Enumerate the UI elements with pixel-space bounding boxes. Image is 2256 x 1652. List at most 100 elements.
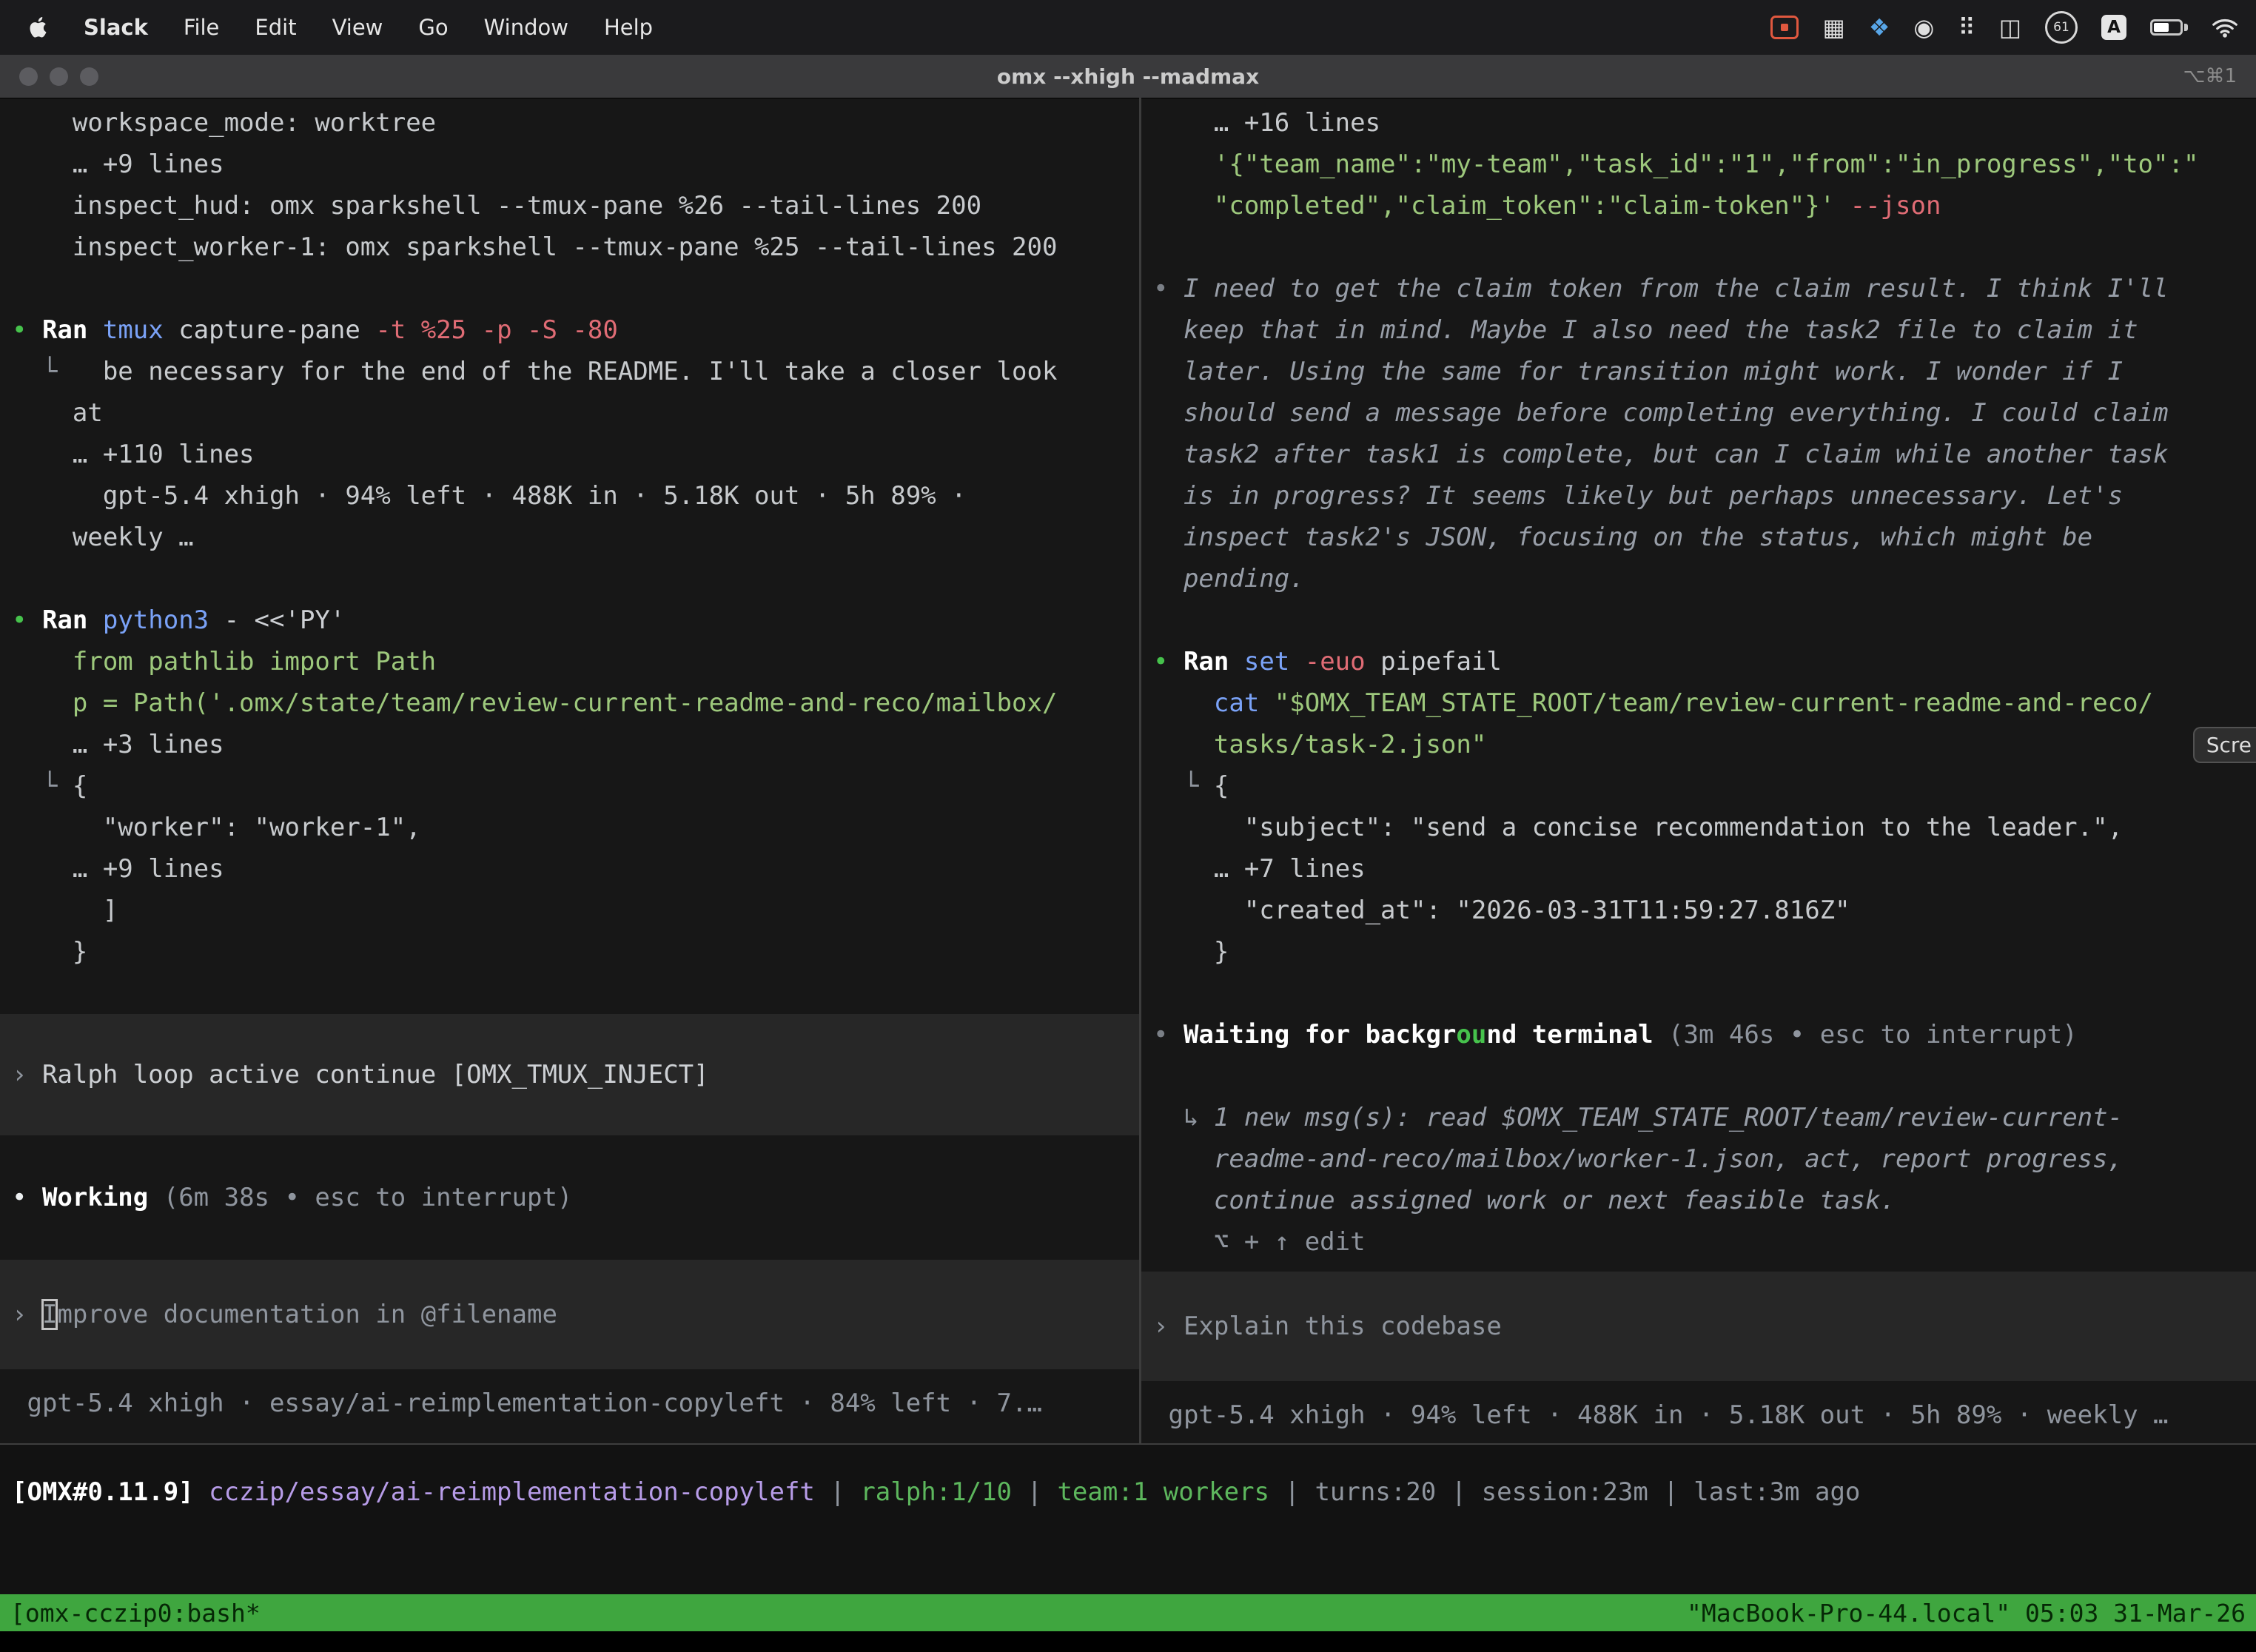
terminal-line: › Improve documentation in @filename xyxy=(0,1294,1139,1335)
terminal-line: later. Using the same for transition mig… xyxy=(1141,351,2256,392)
terminal-line: • Ran python3 - <<'PY' xyxy=(0,600,1139,641)
desktop: Slack File Edit View Go Window Help ▦ ❖ … xyxy=(0,0,2256,1652)
battery-nub xyxy=(2184,24,2188,31)
circle-app-icon[interactable]: ◉ xyxy=(1913,13,1934,41)
terminal-line: pending. xyxy=(1141,558,2256,600)
terminal-line: task2 after task1 is complete, but can I… xyxy=(1141,434,2256,475)
prompt-input[interactable]: › Explain this codebase xyxy=(1141,1272,2256,1381)
terminal-line: … +9 lines xyxy=(0,848,1139,890)
badge-61-icon[interactable]: 61 xyxy=(2045,11,2078,44)
terminal-line: … +7 lines xyxy=(1141,848,2256,890)
terminal-line: • Ran tmux capture-pane -t %25 -p -S -80 xyxy=(0,309,1139,351)
battery-icon[interactable] xyxy=(2150,19,2188,36)
battery-body xyxy=(2150,19,2183,36)
terminal-line: "worker": "worker-1", xyxy=(0,807,1139,848)
terminal-pane-right[interactable]: … +16 lines '{"team_name":"my-team","tas… xyxy=(1141,98,2256,1443)
battery-fill xyxy=(2154,23,2169,32)
terminal-pane-left[interactable]: workspace_mode: worktree … +9 lines insp… xyxy=(0,98,1139,1443)
screen-overlay-tooltip[interactable]: Scre xyxy=(2193,727,2256,763)
zoom-button[interactable] xyxy=(80,67,98,86)
tmux-host-clock: "MacBook-Pro-44.local" 05:03 31-Mar-26 xyxy=(1687,1599,2246,1628)
menu-item-window[interactable]: Window xyxy=(484,15,568,40)
terminal-line: "completed","claim_token":"claim-token"}… xyxy=(1141,185,2256,226)
screen-recording-indicator-icon[interactable] xyxy=(1770,16,1799,39)
terminal-line xyxy=(1141,973,2256,1014)
menu-item-view[interactable]: View xyxy=(332,15,383,40)
menu-item-file[interactable]: File xyxy=(184,15,220,40)
terminal-line: '{"team_name":"my-team","task_id":"1","f… xyxy=(1141,144,2256,185)
terminal-line xyxy=(0,268,1139,309)
menu-item-go[interactable]: Go xyxy=(418,15,448,40)
terminal-line: "created_at": "2026-03-31T11:59:27.816Z" xyxy=(1141,890,2256,931)
terminal-line: readme-and-reco/mailbox/worker-1.json, a… xyxy=(1141,1138,2256,1180)
menu-item-edit[interactable]: Edit xyxy=(255,15,296,40)
close-button[interactable] xyxy=(19,67,38,86)
terminal-window: omx --xhigh --madmax ⌥⌘1 workspace_mode:… xyxy=(0,55,2256,1652)
apple-menu-icon[interactable] xyxy=(28,16,48,39)
terminal-line: › Ralph loop active continue [OMX_TMUX_I… xyxy=(0,1054,1139,1095)
terminal-line: ⌥ + ↑ edit xyxy=(1141,1221,2256,1263)
terminal-line: is in progress? It seems likely but perh… xyxy=(1141,475,2256,517)
pane-status-line: gpt-5.4 xhigh · essay/ai-reimplementatio… xyxy=(0,1383,1139,1424)
traffic-lights xyxy=(19,67,98,86)
terminal-line: • Working (6m 38s • esc to interrupt) xyxy=(0,1177,1139,1218)
terminal-line: … +16 lines xyxy=(1141,102,2256,144)
macos-menu-bar: Slack File Edit View Go Window Help ▦ ❖ … xyxy=(0,0,2256,55)
terminal-line: weekly … xyxy=(0,517,1139,558)
terminal-line: should send a message before completing … xyxy=(1141,392,2256,434)
terminal-line: gpt-5.4 xhigh · 94% left · 488K in · 5.1… xyxy=(1141,1394,2256,1436)
terminal-line: continue assigned work or next feasible … xyxy=(1141,1180,2256,1221)
terminal-line: p = Path('.omx/state/team/review-current… xyxy=(0,682,1139,724)
terminal-line xyxy=(0,1135,1139,1177)
prompt-input[interactable]: › Improve documentation in @filename xyxy=(0,1260,1139,1369)
terminal-line: inspect_worker-1: omx sparkshell --tmux-… xyxy=(0,226,1139,268)
tmux-status-bar: [omx-cczip0:bash* "MacBook-Pro-44.local"… xyxy=(0,1594,2256,1631)
menu-bar-status-icons: ▦ ❖ ◉ ⠿ ◫ 61 A xyxy=(1770,11,2256,44)
terminal-line xyxy=(1141,226,2256,268)
window-title: omx --xhigh --madmax xyxy=(997,64,1259,89)
terminal-line xyxy=(1141,1055,2256,1097)
terminal-line: "subject": "send a concise recommendatio… xyxy=(1141,807,2256,848)
terminal-line: └ { xyxy=(0,765,1139,807)
terminal-line: tasks/task-2.json" xyxy=(1141,724,2256,765)
blue-app-icon[interactable]: ❖ xyxy=(1869,13,1890,41)
omx-status-line: [OMX#0.11.9] cczip/essay/ai-reimplementa… xyxy=(0,1445,2256,1513)
terminal-line: … +9 lines xyxy=(0,144,1139,185)
omx-footer: [OMX#0.11.9] cczip/essay/ai-reimplementa… xyxy=(0,1443,2256,1594)
wifi-icon[interactable] xyxy=(2212,17,2238,38)
terminal-line: gpt-5.4 xhigh · 94% left · 488K in · 5.1… xyxy=(0,475,1139,517)
pill-app-icon[interactable]: ◫ xyxy=(1999,13,2021,41)
terminal-line: • Ran set -euo pipefail xyxy=(1141,641,2256,682)
terminal-line: ↳ 1 new msg(s): read $OMX_TEAM_STATE_ROO… xyxy=(1141,1097,2256,1138)
tmux-session-window[interactable]: [omx-cczip0:bash* xyxy=(10,1599,261,1628)
bottom-black-strip xyxy=(0,1631,2256,1652)
terminal-line: workspace_mode: worktree xyxy=(0,102,1139,144)
window-shortcut-hint: ⌥⌘1 xyxy=(2183,65,2237,87)
terminal-line xyxy=(0,558,1139,600)
menu-app-name[interactable]: Slack xyxy=(84,15,148,40)
terminal-line: … +110 lines xyxy=(0,434,1139,475)
minimize-button[interactable] xyxy=(50,67,68,86)
terminal-line: at xyxy=(0,392,1139,434)
terminal-line: └ be necessary for the end of the README… xyxy=(0,351,1139,392)
menu-bar-left: Slack File Edit View Go Window Help xyxy=(0,15,653,40)
pane-status-line: gpt-5.4 xhigh · 94% left · 488K in · 5.1… xyxy=(1141,1394,2256,1436)
terminal-line: } xyxy=(0,931,1139,973)
terminal-line: … +3 lines xyxy=(0,724,1139,765)
terminal-line: • I need to get the claim token from the… xyxy=(1141,268,2256,309)
terminal-line: from pathlib import Path xyxy=(0,641,1139,682)
terminal-line: › Explain this codebase xyxy=(1141,1306,2256,1347)
record-dot-icon xyxy=(1781,24,1788,31)
terminal-line: gpt-5.4 xhigh · essay/ai-reimplementatio… xyxy=(0,1383,1139,1424)
grid-icon[interactable]: ▦ xyxy=(1822,13,1844,41)
terminal-line xyxy=(1141,600,2256,641)
input-source-icon[interactable]: A xyxy=(2101,15,2126,40)
terminal-line: ] xyxy=(0,890,1139,931)
dots-grid-icon[interactable]: ⠿ xyxy=(1958,13,1975,41)
menu-item-help[interactable]: Help xyxy=(604,15,653,40)
terminal-line: cat "$OMX_TEAM_STATE_ROOT/team/review-cu… xyxy=(1141,682,2256,724)
prompt-input[interactable]: › Ralph loop active continue [OMX_TMUX_I… xyxy=(0,1014,1139,1135)
terminal-line: keep that in mind. Maybe I also need the… xyxy=(1141,309,2256,351)
window-titlebar: omx --xhigh --madmax ⌥⌘1 xyxy=(0,55,2256,98)
terminal-line: • Waiting for background terminal (3m 46… xyxy=(1141,1014,2256,1055)
